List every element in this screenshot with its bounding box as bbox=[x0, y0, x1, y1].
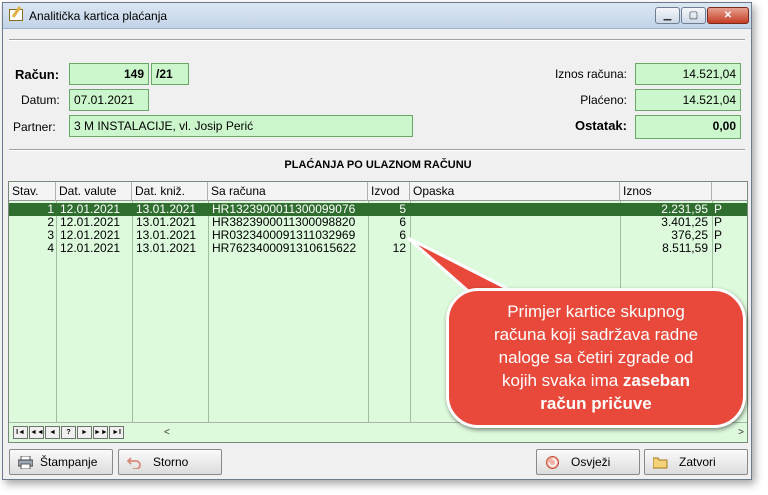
cell-stav: 1 bbox=[47, 203, 54, 216]
ostatak-label: Ostatak: bbox=[574, 118, 627, 133]
zatvori-button[interactable]: Zatvori bbox=[644, 449, 748, 475]
partner-label: Partner: bbox=[13, 120, 56, 134]
cell-dat-kniz: 13.01.2021 bbox=[136, 203, 197, 216]
cell-flag: P bbox=[714, 242, 723, 255]
nav-prev-page-button[interactable]: ◄◄ bbox=[29, 426, 44, 439]
col-header-iznos[interactable]: Iznos bbox=[620, 182, 712, 201]
partner-field[interactable]: 3 M INSTALACIJE, vl. Josip Perić bbox=[69, 115, 413, 137]
undo-icon bbox=[127, 457, 141, 469]
iznos-racuna-label: Iznos računa: bbox=[554, 67, 627, 81]
cell-stav: 3 bbox=[47, 229, 54, 242]
close-button[interactable]: ✕ bbox=[707, 7, 749, 24]
cell-dat-valute: 12.01.2021 bbox=[60, 229, 121, 242]
col-header-izvod[interactable]: Izvod bbox=[368, 182, 410, 201]
minimize-button[interactable]: ▁ bbox=[655, 7, 680, 24]
callout-text: Primjer kartice skupnog računa koji sadr… bbox=[456, 300, 736, 415]
middle-divider bbox=[9, 149, 745, 151]
nav-last-button[interactable]: ►I bbox=[109, 426, 124, 439]
placeno-field: 14.521,04 bbox=[635, 89, 741, 111]
stampanje-button[interactable]: Štampanje bbox=[9, 449, 113, 475]
cell-opaska bbox=[412, 203, 618, 216]
cell-dat-valute: 12.01.2021 bbox=[60, 203, 121, 216]
nav-prev-button[interactable]: ◄ bbox=[45, 426, 60, 439]
scroll-right-icon[interactable]: > bbox=[738, 427, 744, 438]
nav-first-button[interactable]: I◄ bbox=[13, 426, 28, 439]
cell-sa-racuna: HR7623400091310615622 bbox=[212, 242, 357, 255]
datum-label: Datum: bbox=[21, 93, 60, 107]
cell-iznos: 2.231,95 bbox=[661, 203, 708, 216]
window-title: Analitička kartica plaćanja bbox=[29, 9, 168, 23]
scroll-left-icon[interactable]: < bbox=[164, 427, 170, 438]
nav-next-page-button[interactable]: ►► bbox=[93, 426, 108, 439]
cell-sa-racuna: HR0323400091311032969 bbox=[212, 229, 356, 242]
section-title: PLAĆANJA PO ULAZNOM RAČUNU bbox=[284, 159, 472, 171]
col-header-dat-valute[interactable]: Dat. valute bbox=[56, 182, 132, 201]
datum-field[interactable]: 07.01.2021 bbox=[69, 89, 149, 111]
app-icon bbox=[9, 9, 23, 21]
callout-line: račun pričuve bbox=[456, 392, 736, 415]
table-row[interactable]: 4 12.01.2021 13.01.2021 HR76234000913106… bbox=[9, 242, 747, 255]
callout-line: Primjer kartice skupnog bbox=[507, 302, 685, 321]
cell-flag: P bbox=[714, 229, 723, 242]
printer-icon bbox=[18, 456, 33, 469]
cell-stav: 2 bbox=[47, 216, 54, 229]
cell-sa-racuna: HR3823900011300098820 bbox=[212, 216, 356, 229]
table-row[interactable]: 1 12.01.2021 13.01.2021 HR13239000113000… bbox=[9, 203, 747, 216]
callout-emphasis: račun pričuve bbox=[540, 394, 652, 413]
stampanje-label: Štampanje bbox=[40, 455, 98, 469]
racun-year-field[interactable]: /21 bbox=[151, 63, 189, 85]
cell-dat-kniz: 13.01.2021 bbox=[136, 216, 197, 229]
cell-dat-kniz: 13.01.2021 bbox=[136, 242, 197, 255]
racun-label: Račun: bbox=[15, 67, 60, 82]
osvjezi-label: Osvježi bbox=[571, 455, 611, 469]
callout-emphasis: zaseban bbox=[622, 371, 691, 390]
storno-label: Storno bbox=[153, 455, 189, 469]
osvjezi-button[interactable]: Osvježi bbox=[536, 449, 640, 475]
callout-line: kojih svaka ima zaseban bbox=[456, 369, 736, 392]
cell-dat-kniz: 13.01.2021 bbox=[136, 229, 197, 242]
refresh-icon bbox=[546, 456, 559, 469]
col-header-flag bbox=[712, 182, 747, 201]
title-bar: Analitička kartica plaćanja ▁ ▢ ✕ bbox=[3, 3, 751, 29]
racun-number-field[interactable]: 149 bbox=[69, 63, 149, 85]
table-row[interactable]: 2 12.01.2021 13.01.2021 HR38239000113000… bbox=[9, 216, 747, 229]
callout-annotation: Primjer kartice skupnog računa koji sadr… bbox=[446, 288, 746, 428]
folder-icon bbox=[653, 457, 668, 469]
nav-next-button[interactable]: ► bbox=[77, 426, 92, 439]
cell-sa-racuna: HR1323900011300099076 bbox=[212, 203, 356, 216]
cell-stav: 4 bbox=[47, 242, 54, 255]
callout-line-text: kojih svaka ima bbox=[501, 371, 623, 390]
storno-button[interactable]: Storno bbox=[118, 449, 222, 475]
cell-iznos: 8.511,59 bbox=[662, 242, 708, 255]
cell-iznos: 376,25 bbox=[671, 229, 708, 242]
cell-dat-valute: 12.01.2021 bbox=[60, 216, 121, 229]
placeno-label: Plaćeno: bbox=[580, 93, 627, 107]
maximize-button[interactable]: ▢ bbox=[681, 7, 706, 24]
top-divider bbox=[9, 39, 745, 41]
col-header-stav[interactable]: Stav. bbox=[9, 182, 56, 201]
callout-line: naloge sa četiri zgrade od bbox=[498, 348, 694, 367]
table-row[interactable]: 3 12.01.2021 13.01.2021 HR03234000913110… bbox=[9, 229, 747, 242]
cell-izvod: 5 bbox=[399, 203, 406, 216]
cell-flag: P bbox=[714, 216, 723, 229]
zatvori-label: Zatvori bbox=[679, 455, 716, 469]
iznos-racuna-field: 14.521,04 bbox=[635, 63, 741, 85]
cell-flag: P bbox=[714, 203, 723, 216]
col-header-opaska[interactable]: Opaska bbox=[410, 182, 620, 201]
ostatak-field: 0,00 bbox=[635, 115, 741, 139]
nav-search-button[interactable]: ? bbox=[61, 426, 76, 439]
table-header: Stav. Dat. valute Dat. kniž. Sa računa I… bbox=[9, 182, 747, 201]
col-header-dat-kniz[interactable]: Dat. kniž. bbox=[132, 182, 208, 201]
cell-iznos: 3.401,25 bbox=[661, 216, 708, 229]
col-header-sa-racuna[interactable]: Sa računa bbox=[208, 182, 368, 201]
cell-dat-valute: 12.01.2021 bbox=[60, 242, 121, 255]
callout-line: računa koji sadržava radne bbox=[493, 325, 699, 344]
